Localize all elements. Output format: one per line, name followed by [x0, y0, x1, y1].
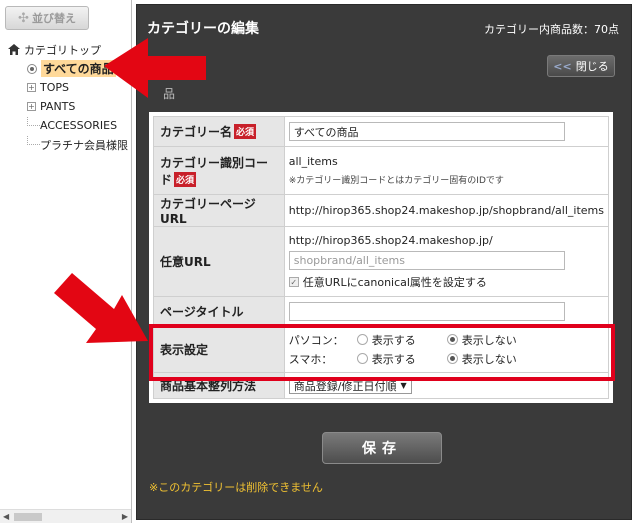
- sp-label: スマホ：: [288, 352, 333, 366]
- pc-hide-label: 表示しない: [461, 333, 517, 347]
- optional-url-input[interactable]: shopbrand/all_items: [288, 250, 565, 270]
- tree-item-platinum[interactable]: プラチナ会員様限: [8, 135, 132, 154]
- page-title-input[interactable]: [288, 301, 565, 321]
- scroll-right-icon[interactable]: ▶: [122, 512, 128, 521]
- required-badge: 必須: [234, 124, 257, 139]
- sp-hide-option[interactable]: 表示しない: [446, 351, 537, 367]
- scroll-left-icon[interactable]: ◀: [3, 512, 9, 521]
- page-title-label: ページタイトル: [153, 296, 285, 326]
- category-edit-panel: カテゴリーの編集 カテゴリー内商品数：70点 << 閉じる 品 カテゴリー名 必須…: [136, 4, 632, 520]
- pc-show-label: 表示する: [371, 333, 416, 347]
- optional-url-prefix: http://hirop365.shop24.makeshop.jp/: [288, 233, 493, 247]
- page-url-label: カテゴリーページURL: [153, 194, 285, 227]
- optional-url-label: 任意URL: [153, 226, 285, 297]
- close-button-label: 閉じる: [575, 60, 609, 73]
- sort-button-label: 並び替え: [31, 12, 76, 25]
- form-row-page-title: ページタイトル: [153, 296, 610, 326]
- annotation-arrow-icon: [104, 38, 206, 98]
- tree-root-label: カテゴリトップ: [24, 43, 101, 57]
- form-row-optional-url: 任意URL http://hirop365.shop24.makeshop.jp…: [153, 226, 610, 297]
- tree-item-label: PANTS: [40, 100, 76, 113]
- chevron-left-icon: <<: [553, 59, 572, 73]
- pc-label: パソコン：: [288, 333, 344, 347]
- tree-connector: [27, 117, 40, 126]
- tree-item-accessories[interactable]: ACCESSORIES: [8, 116, 132, 135]
- name-label: カテゴリー名: [160, 125, 233, 139]
- form-row-code: カテゴリー識別コード 必須 all_items ※カテゴリー識別コードとはカテゴリ…: [153, 146, 610, 195]
- category-code-note: ※カテゴリー識別コードとはカテゴリー固有のIDです: [288, 176, 504, 186]
- display-setting-options: パソコン： 表示する 表示しない スマホ： 表示する 表示しない: [289, 332, 604, 367]
- sp-show-option[interactable]: 表示する: [356, 351, 447, 367]
- form-row-display: 表示設定 パソコン： 表示する 表示しない スマホ： 表示する 表示しない: [153, 325, 610, 373]
- pc-show-option[interactable]: 表示する: [356, 332, 447, 348]
- category-code-value: all_items: [288, 155, 338, 168]
- tree-connector: [27, 136, 40, 145]
- sp-show-radio[interactable]: [356, 353, 368, 364]
- home-icon: [8, 44, 20, 55]
- panel-title: カテゴリーの編集: [147, 21, 259, 37]
- expand-icon[interactable]: +: [27, 83, 36, 92]
- canonical-checkbox[interactable]: ✓: [288, 276, 299, 287]
- move-icon: ✣: [18, 10, 29, 26]
- delete-warning: ※このカテゴリーは削除できません: [149, 481, 323, 494]
- sp-hide-radio[interactable]: [446, 353, 458, 364]
- sp-hide-label: 表示しない: [461, 352, 517, 366]
- pc-show-radio[interactable]: [356, 334, 368, 345]
- scroll-thumb[interactable]: [14, 513, 42, 521]
- sort-method-label: 商品基本整列方法: [153, 372, 285, 399]
- tree-item-label: プラチナ会員様限: [40, 138, 128, 152]
- node-icon: [27, 63, 37, 74]
- annotation-arrow-icon: [54, 273, 148, 343]
- sort-method-value: 商品登録/修正日付順: [293, 379, 397, 393]
- canonical-label: 任意URLにcanonical属性を設定する: [302, 275, 487, 289]
- sort-button[interactable]: ✣ 並び替え: [5, 6, 89, 30]
- product-count: カテゴリー内商品数：70点: [484, 23, 619, 36]
- sp-show-label: 表示する: [371, 352, 416, 366]
- expand-icon[interactable]: +: [27, 102, 36, 111]
- tree-item-label: ACCESSORIES: [40, 119, 118, 132]
- tree-item-label: TOPS: [40, 81, 69, 94]
- horizontal-scrollbar[interactable]: ◀ ▶: [0, 509, 131, 523]
- sort-method-select[interactable]: 商品登録/修正日付順 ▼: [288, 377, 412, 394]
- pc-hide-option[interactable]: 表示しない: [446, 332, 537, 348]
- canonical-checkbox-row[interactable]: ✓ 任意URLにcanonical属性を設定する: [288, 274, 604, 290]
- form-row-page-url: カテゴリーページURL http://hirop365.shop24.makes…: [153, 194, 610, 227]
- page-url-value: http://hirop365.shop24.makeshop.jp/shopb…: [283, 194, 610, 227]
- pc-hide-radio[interactable]: [446, 334, 458, 345]
- category-name-input[interactable]: すべての商品: [288, 122, 565, 141]
- category-form: カテゴリー名 必須 すべての商品 カテゴリー識別コード 必須 all_items ※…: [149, 112, 613, 403]
- dropdown-arrow-icon: ▼: [400, 381, 407, 390]
- display-setting-label: 表示設定: [153, 325, 285, 373]
- form-row-name: カテゴリー名 必須 すべての商品: [153, 116, 610, 147]
- save-button[interactable]: 保存: [322, 432, 442, 464]
- required-badge: 必須: [174, 171, 197, 187]
- form-row-sort: 商品基本整列方法 商品登録/修正日付順 ▼: [153, 372, 610, 399]
- close-button[interactable]: << 閉じる: [547, 55, 615, 77]
